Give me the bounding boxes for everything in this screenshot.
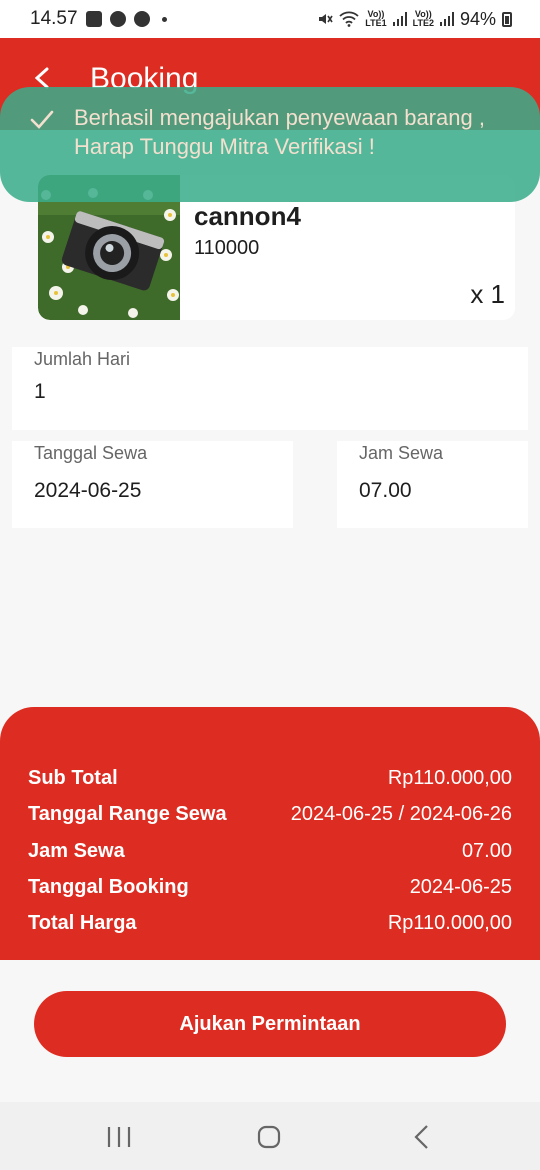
- summary-label: Sub Total: [28, 766, 118, 789]
- product-price: 110000: [194, 237, 260, 259]
- product-quantity: x 1: [470, 279, 505, 309]
- status-bar: 14.57 Vo)) LTE1 Vo)) LTE2 94%: [0, 0, 540, 38]
- recent-apps-icon: [107, 1127, 131, 1147]
- summary-label: Tanggal Booking: [28, 875, 189, 898]
- summary-value: 2024-06-25: [409, 875, 512, 898]
- days-label: Jumlah Hari: [34, 349, 131, 369]
- toast-message: Berhasil mengajukan penyewaan barang , H…: [74, 105, 485, 159]
- back-nav-button[interactable]: [402, 1122, 442, 1152]
- mute-icon: [319, 14, 333, 24]
- lte2-indicator: Vo)) LTE2: [412, 9, 434, 28]
- rent-date-label: Tanggal Sewa: [34, 443, 148, 463]
- battery-icon: [502, 11, 512, 27]
- check-icon: [30, 110, 54, 129]
- rent-time-label: Jam Sewa: [359, 443, 444, 463]
- rent-time-field[interactable]: Jam Sewa 07.00: [337, 441, 528, 528]
- summary-value: 2024-06-25 / 2024-06-26: [290, 802, 512, 825]
- home-button[interactable]: [250, 1122, 290, 1152]
- summary-label: Tanggal Range Sewa: [28, 802, 227, 825]
- facebook-icon: [133, 11, 150, 27]
- summary-row-range: Tanggal Range Sewa 2024-06-25 / 2024-06-…: [28, 799, 512, 829]
- signal-icon-2: [439, 12, 454, 26]
- rent-date-value: 2024-06-25: [34, 479, 142, 502]
- summary-row-booking-date: Tanggal Booking 2024-06-25: [28, 872, 512, 902]
- home-icon: [257, 1125, 281, 1149]
- gallery-icon: [85, 11, 102, 27]
- battery-percent: 94%: [459, 8, 496, 29]
- days-value: 1: [34, 380, 46, 403]
- days-field[interactable]: Jumlah Hari 1: [12, 347, 528, 430]
- summary-row-total: Total Harga Rp110.000,00: [28, 908, 512, 938]
- product-name: cannon4: [194, 201, 301, 231]
- gojek-icon: [109, 11, 126, 27]
- recent-apps-button[interactable]: [99, 1122, 139, 1152]
- submit-request-button[interactable]: Ajukan Permintaan: [34, 991, 506, 1057]
- wifi-icon: [339, 11, 359, 27]
- success-toast: Berhasil mengajukan penyewaan barang , H…: [0, 87, 540, 202]
- signal-icon-1: [392, 12, 407, 26]
- summary-row-time: Jam Sewa 07.00: [28, 836, 512, 866]
- summary-label: Total Harga: [28, 911, 137, 934]
- clock: 14.57: [30, 8, 78, 29]
- summary-panel: Sub Total Rp110.000,00 Tanggal Range Sew…: [0, 707, 540, 960]
- summary-value: Rp110.000,00: [387, 911, 512, 934]
- summary-value: 07.00: [461, 839, 512, 862]
- back-nav-icon: [414, 1125, 428, 1149]
- rent-time-value: 07.00: [359, 479, 412, 502]
- summary-label: Jam Sewa: [28, 839, 125, 862]
- system-nav-bar: [0, 1102, 540, 1170]
- summary-row-subtotal: Sub Total Rp110.000,00: [28, 763, 512, 793]
- lte1-indicator: Vo)) LTE1: [365, 9, 387, 28]
- summary-value: Rp110.000,00: [387, 766, 512, 789]
- rent-date-field[interactable]: Tanggal Sewa 2024-06-25: [12, 441, 293, 528]
- more-notifications-icon: [161, 16, 167, 22]
